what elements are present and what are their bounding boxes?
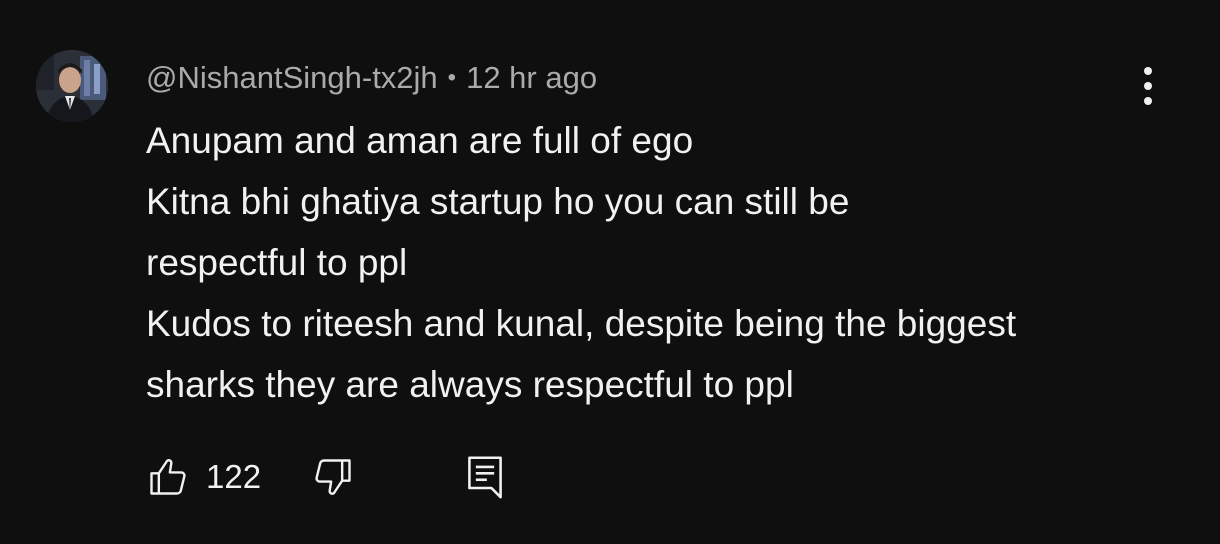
like-count: 122 <box>206 458 262 495</box>
separator-dot: • <box>447 64 457 91</box>
comment-text: Anupam and aman are full of ego Kitna bh… <box>146 110 1146 415</box>
reply-button[interactable] <box>463 453 507 501</box>
more-vertical-icon <box>1144 67 1152 75</box>
author-name[interactable]: @NishantSingh-tx2jh <box>146 60 438 96</box>
avatar[interactable] <box>36 50 108 122</box>
comment-line: sharks they are always respectful to ppl <box>146 364 794 405</box>
comment-header: @NishantSingh-tx2jh • 12 hr ago <box>146 58 597 98</box>
comment-reply-icon <box>468 456 502 499</box>
comment-timestamp[interactable]: 12 hr ago <box>466 60 597 96</box>
comment-actions: 122 <box>146 452 507 502</box>
dislike-button[interactable] <box>311 455 355 499</box>
like-button[interactable] <box>146 455 190 499</box>
thumbs-up-icon <box>150 459 186 495</box>
comment-line: respectful to ppl <box>146 242 408 283</box>
thumbs-down-icon <box>315 459 351 495</box>
comment-thread: @NishantSingh-tx2jh • 12 hr ago Anupam a… <box>0 0 1220 544</box>
more-options-button[interactable] <box>1126 64 1170 108</box>
comment-line: Kitna bhi ghatiya startup ho you can sti… <box>146 181 850 222</box>
avatar-image <box>36 50 108 122</box>
comment-line: Anupam and aman are full of ego <box>146 120 694 161</box>
comment-line: Kudos to riteesh and kunal, despite bein… <box>146 303 1017 344</box>
